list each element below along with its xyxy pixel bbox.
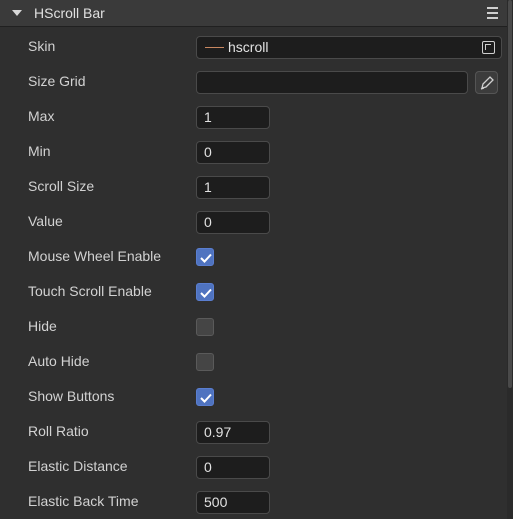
- row-elastic-back-time: Elastic Back Time 500: [0, 484, 507, 519]
- row-scroll-size: Scroll Size 1: [0, 169, 507, 204]
- section-header[interactable]: HScroll Bar: [0, 0, 507, 27]
- auto-hide-checkbox[interactable]: [196, 353, 214, 371]
- mouse-wheel-enable-label: Mouse Wheel Enable: [28, 248, 162, 264]
- scroll-size-label: Scroll Size: [28, 178, 95, 194]
- value-input[interactable]: 0: [196, 211, 270, 234]
- row-mouse-wheel-enable: Mouse Wheel Enable: [0, 239, 507, 274]
- menu-icon[interactable]: [487, 7, 498, 19]
- row-value: Value 0: [0, 204, 507, 239]
- row-min: Min 0: [0, 134, 507, 169]
- elastic-distance-label: Elastic Distance: [28, 458, 128, 474]
- scroll-size-input[interactable]: 1: [196, 176, 270, 199]
- row-max: Max 1: [0, 99, 507, 134]
- row-elastic-distance: Elastic Distance 0: [0, 449, 507, 484]
- roll-ratio-label: Roll Ratio: [28, 423, 89, 439]
- skin-label: Skin: [28, 38, 56, 54]
- roll-ratio-input[interactable]: 0.97: [196, 421, 270, 444]
- caret-down-icon[interactable]: [12, 10, 22, 16]
- row-touch-scroll-enable: Touch Scroll Enable: [0, 274, 507, 309]
- skin-swatch: [205, 47, 224, 48]
- edit-pen-icon[interactable]: [475, 71, 498, 94]
- property-panel: HScroll Bar Skin hscroll Size Grid Max 1…: [0, 0, 507, 519]
- skin-value: hscroll: [228, 39, 269, 55]
- skin-field[interactable]: hscroll: [196, 36, 502, 59]
- row-roll-ratio: Roll Ratio 0.97: [0, 414, 507, 449]
- min-label: Min: [28, 143, 51, 159]
- row-hide: Hide: [0, 309, 507, 344]
- elastic-back-time-label: Elastic Back Time: [28, 493, 139, 509]
- row-skin: Skin hscroll: [0, 29, 507, 64]
- panel-scrollbar-thumb[interactable]: [508, 0, 512, 388]
- size-grid-field[interactable]: [196, 71, 468, 94]
- select-asset-icon[interactable]: [482, 41, 495, 54]
- size-grid-label: Size Grid: [28, 73, 86, 89]
- show-buttons-checkbox[interactable]: [196, 388, 214, 406]
- hide-label: Hide: [28, 318, 57, 334]
- max-input[interactable]: 1: [196, 106, 270, 129]
- hide-checkbox[interactable]: [196, 318, 214, 336]
- row-auto-hide: Auto Hide: [0, 344, 507, 379]
- row-size-grid: Size Grid: [0, 64, 507, 99]
- row-show-buttons: Show Buttons: [0, 379, 507, 414]
- elastic-back-time-input[interactable]: 500: [196, 491, 270, 514]
- show-buttons-label: Show Buttons: [28, 388, 115, 404]
- mouse-wheel-enable-checkbox[interactable]: [196, 248, 214, 266]
- touch-scroll-enable-checkbox[interactable]: [196, 283, 214, 301]
- max-label: Max: [28, 108, 55, 124]
- auto-hide-label: Auto Hide: [28, 353, 90, 369]
- touch-scroll-enable-label: Touch Scroll Enable: [28, 283, 152, 299]
- elastic-distance-input[interactable]: 0: [196, 456, 270, 479]
- value-label: Value: [28, 213, 63, 229]
- section-title: HScroll Bar: [34, 5, 105, 21]
- min-input[interactable]: 0: [196, 141, 270, 164]
